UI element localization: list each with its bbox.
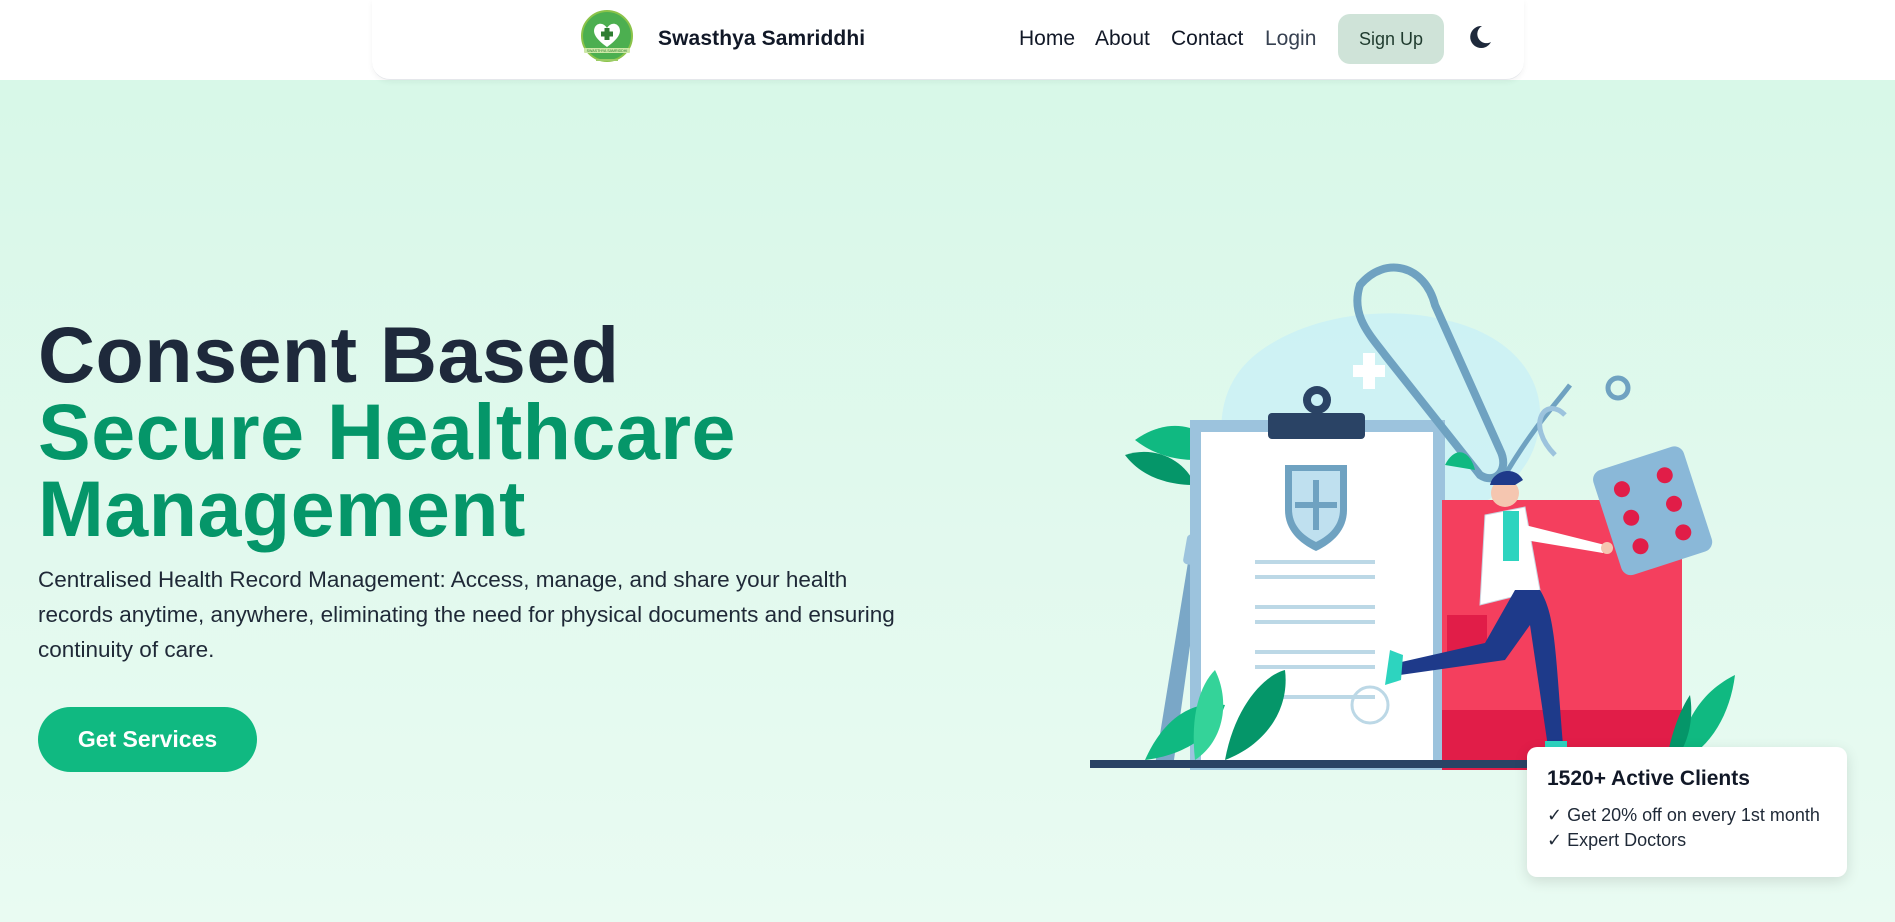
nav-login[interactable]: Login <box>1265 27 1316 51</box>
hero-title-line1: Consent Based <box>38 310 620 399</box>
logo-text: SWASTHYA SAMRIDDHI <box>587 49 628 53</box>
sign-up-button[interactable]: Sign Up <box>1338 14 1444 64</box>
nav-contact[interactable]: Contact <box>1171 27 1243 51</box>
hero-description: Centralised Health Record Management: Ac… <box>38 567 895 662</box>
hero-title-line2: Secure Healthcare <box>38 387 736 476</box>
stethoscope-chestpiece <box>1605 375 1631 401</box>
stats-item-doctors: ✓ Expert Doctors <box>1547 830 1687 850</box>
nav-about[interactable]: About <box>1095 27 1150 51</box>
clipboard-clip <box>1268 413 1365 439</box>
healthcare-illustration <box>1090 263 1735 770</box>
hero-title-line3: Management <box>38 464 526 553</box>
get-services-button[interactable]: Get Services <box>38 707 257 772</box>
stats-card: 1520+ Active Clients ✓ Get 20% off on ev… <box>1527 747 1847 877</box>
brand-name[interactable]: Swasthya Samriddhi <box>658 27 865 51</box>
stats-title: 1520+ Active Clients <box>1547 767 1750 790</box>
stats-item-discount: ✓ Get 20% off on every 1st month <box>1547 805 1820 825</box>
moon-icon[interactable] <box>1462 20 1496 54</box>
hero-title: Consent Based Secure Healthcare Manageme… <box>38 310 736 553</box>
brand-logo[interactable]: SWASTHYA SAMRIDDHI <box>578 9 636 69</box>
nav-home[interactable]: Home <box>1019 27 1075 51</box>
